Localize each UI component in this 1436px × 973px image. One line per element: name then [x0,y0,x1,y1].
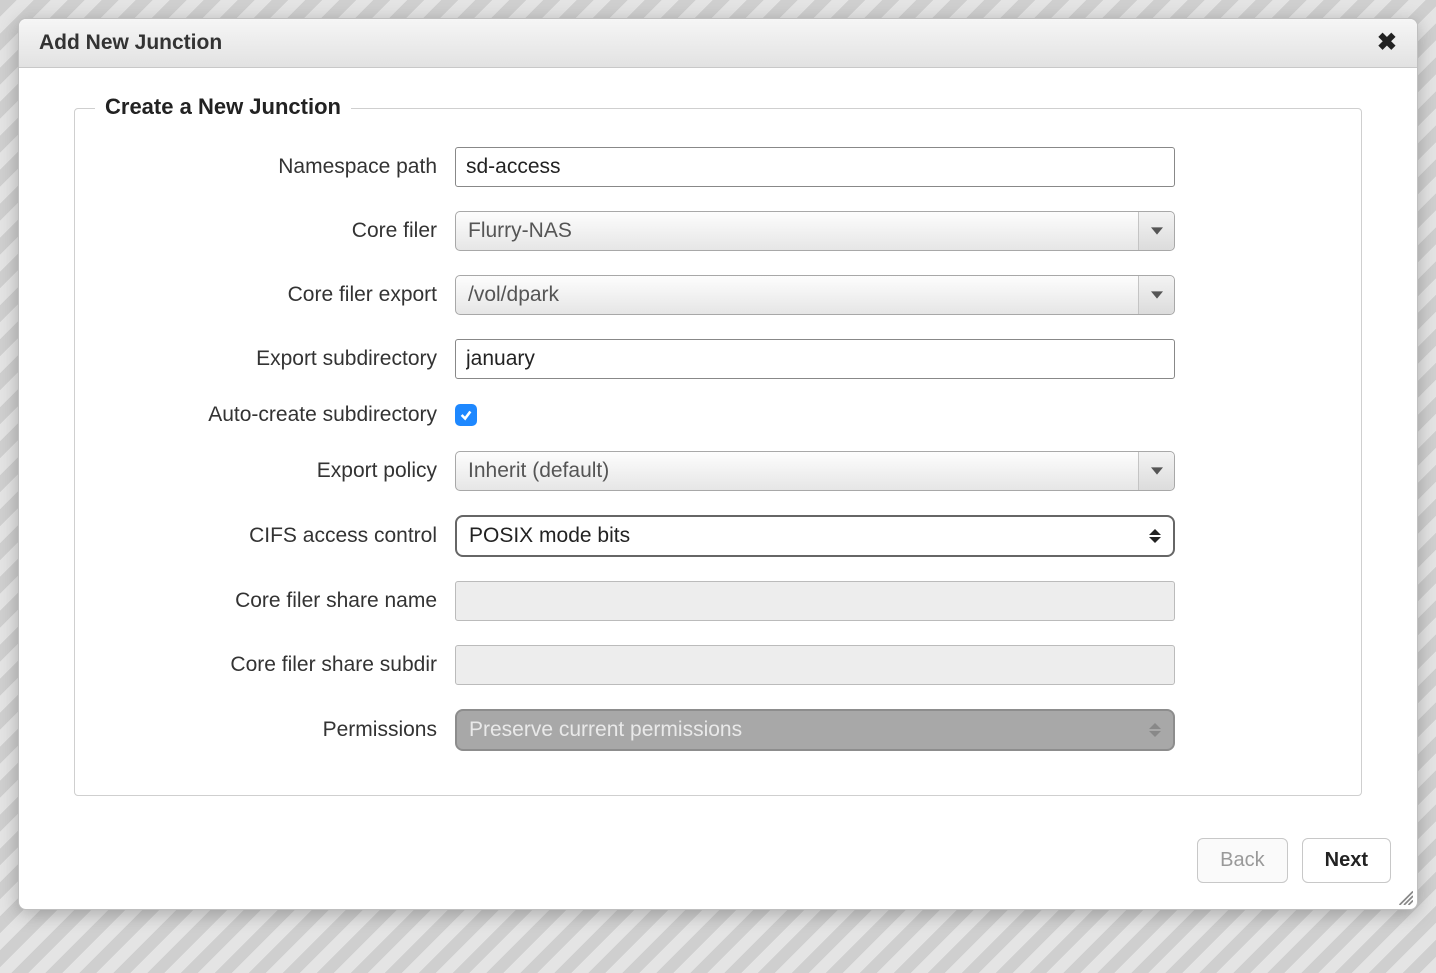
label-core-filer-share-name: Core filer share name [115,589,455,613]
chevron-down-icon [1138,212,1174,250]
row-core-filer-export: Core filer export /vol/dpark [115,275,1321,315]
dialog-footer: Back Next [19,816,1417,909]
label-cifs-access-control: CIFS access control [115,524,455,548]
cifs-access-control-select-value: POSIX mode bits [469,524,630,548]
chevron-down-icon [1138,276,1174,314]
row-permissions: Permissions Preserve current permissions [115,709,1321,751]
label-auto-create-subdirectory: Auto-create subdirectory [115,403,455,427]
permissions-select-value: Preserve current permissions [469,718,742,742]
updown-icon [1149,723,1161,737]
core-filer-export-select[interactable]: /vol/dpark [455,275,1175,315]
close-icon[interactable]: ✖ [1377,31,1397,55]
row-auto-create-subdirectory: Auto-create subdirectory [115,403,1321,427]
row-namespace-path: Namespace path [115,147,1321,187]
namespace-path-input[interactable] [455,147,1175,187]
next-button[interactable]: Next [1302,838,1391,883]
label-core-filer-share-subdir: Core filer share subdir [115,653,455,677]
back-button: Back [1197,838,1287,883]
row-export-policy: Export policy Inherit (default) [115,451,1321,491]
fieldset-legend: Create a New Junction [95,94,351,120]
row-core-filer-share-name: Core filer share name [115,581,1321,621]
core-filer-share-subdir-input [455,645,1175,685]
core-filer-export-select-value: /vol/dpark [468,283,559,307]
add-junction-dialog: Add New Junction ✖ Create a New Junction… [18,18,1418,910]
core-filer-select-value: Flurry-NAS [468,219,572,243]
label-namespace-path: Namespace path [115,155,455,179]
label-core-filer: Core filer [115,219,455,243]
export-subdirectory-input[interactable] [455,339,1175,379]
core-filer-select[interactable]: Flurry-NAS [455,211,1175,251]
row-cifs-access-control: CIFS access control POSIX mode bits [115,515,1321,557]
core-filer-share-name-input [455,581,1175,621]
create-junction-fieldset: Create a New Junction Namespace path Cor… [74,108,1362,796]
label-export-subdirectory: Export subdirectory [115,347,455,371]
label-permissions: Permissions [115,718,455,742]
cifs-access-control-select[interactable]: POSIX mode bits [455,515,1175,557]
check-icon [459,408,473,422]
row-core-filer-share-subdir: Core filer share subdir [115,645,1321,685]
label-core-filer-export: Core filer export [115,283,455,307]
export-policy-select[interactable]: Inherit (default) [455,451,1175,491]
resize-grip-icon[interactable] [1395,887,1413,905]
updown-icon [1149,529,1161,543]
row-export-subdirectory: Export subdirectory [115,339,1321,379]
row-core-filer: Core filer Flurry-NAS [115,211,1321,251]
auto-create-subdirectory-checkbox[interactable] [455,404,477,426]
dialog-body: Create a New Junction Namespace path Cor… [19,68,1417,816]
dialog-titlebar: Add New Junction ✖ [19,19,1417,68]
dialog-title: Add New Junction [39,31,222,55]
label-export-policy: Export policy [115,459,455,483]
export-policy-select-value: Inherit (default) [468,459,609,483]
permissions-select: Preserve current permissions [455,709,1175,751]
chevron-down-icon [1138,452,1174,490]
